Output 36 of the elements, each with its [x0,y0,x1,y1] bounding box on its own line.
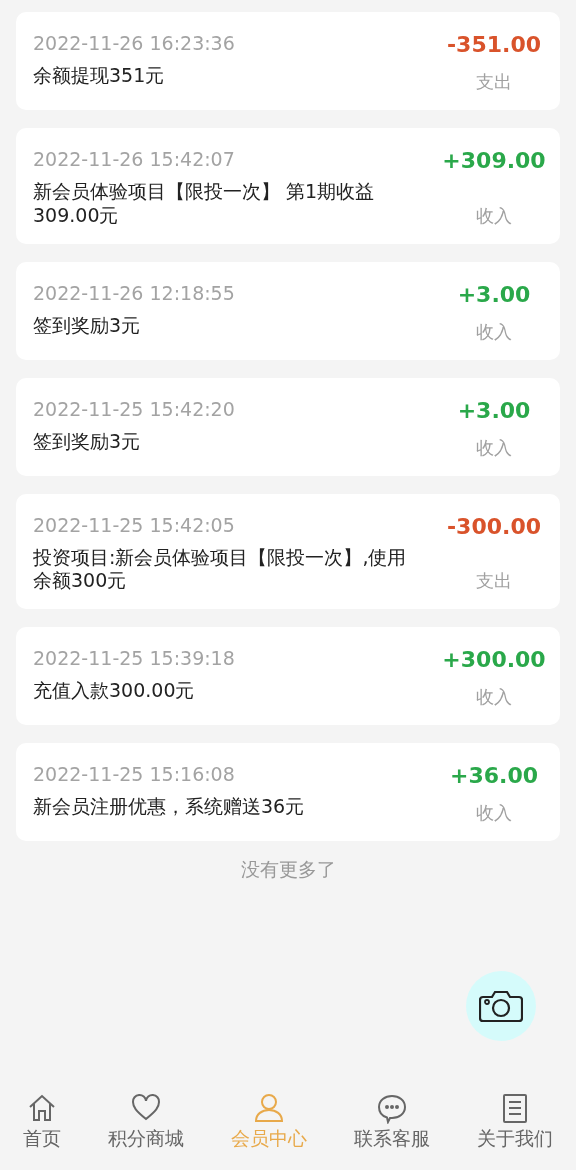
record-description: 新会员注册优惠，系统赠送36元 [33,795,305,819]
record-type: 收入 [476,203,512,228]
record-description: 投资项目:新会员体验项目【限投一次】,使用余额300元 [33,545,408,593]
tab-bar-item[interactable]: 积分商城 [104,1088,189,1156]
record-type: 支出 [476,70,512,94]
record-description: 余额提现351元 [33,64,166,88]
tab-bar-item[interactable]: 关于我们 [472,1088,557,1156]
record-amount: +3.00 [457,397,531,423]
record-type: 收入 [476,435,512,460]
record-amount: -300.00 [447,513,541,539]
record-amount: +300.00 [442,647,546,672]
record-time: 2022-11-25 15:16:08 [33,763,236,785]
record-amount: +309.00 [442,148,546,173]
camera-icon [479,988,523,1023]
record-amount: -351.00 [447,32,541,57]
record-type: 收入 [476,685,512,709]
end-of-list-text: 没有更多了 [240,857,336,882]
record-type: 收入 [476,801,512,825]
record-amount: +36.00 [450,763,538,788]
record-time: 2022-11-25 15:42:05 [33,513,236,536]
record-description: 充值入款300.00元 [33,679,196,703]
record-type: 支出 [476,569,512,593]
record-time: 2022-11-25 15:42:20 [33,397,235,420]
record-time: 2022-11-26 16:23:36 [33,32,235,54]
person-icon [253,1092,285,1124]
tab-bar-item[interactable]: 联系客服 [349,1088,434,1156]
record-time: 2022-11-25 15:39:18 [33,647,235,669]
tab-bar-item[interactable]: 首页 [19,1088,66,1156]
record-description: 新会员体验项目【限投一次】 第1期收益309.00元 [33,180,376,228]
record-description: 签到奖励3元 [33,313,142,338]
record-time: 2022-11-26 15:42:07 [33,148,236,170]
record-type: 收入 [476,319,512,344]
record-time: 2022-11-26 12:18:55 [33,281,235,304]
chat-bubble-icon [375,1092,408,1124]
record-description: 签到奖励3元 [33,429,142,454]
record-amount: +3.00 [457,281,531,307]
